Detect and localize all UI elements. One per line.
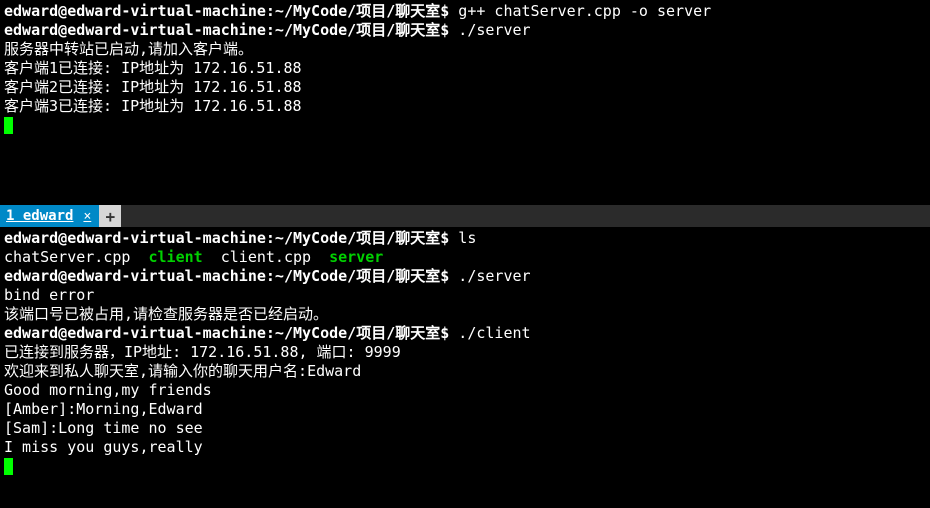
plus-icon: +	[105, 207, 115, 226]
cursor-line	[4, 116, 926, 135]
tab-label: 1 edward	[6, 207, 73, 226]
terminal-line: edward@edward-virtual-machine:~/MyCode/项…	[4, 2, 926, 21]
prompt: edward@edward-virtual-machine:~/MyCode/项…	[4, 2, 449, 20]
terminal-output: 客户端2已连接: IP地址为 172.16.51.88	[4, 78, 926, 97]
cursor-icon	[4, 458, 13, 475]
command-text: ./server	[449, 267, 530, 285]
command-text: ./server	[449, 21, 530, 39]
tab-edward[interactable]: 1 edward ×	[0, 205, 99, 227]
add-tab-button[interactable]: +	[99, 205, 121, 227]
terminal-output: 客户端3已连接: IP地址为 172.16.51.88	[4, 97, 926, 116]
command-text: ./client	[449, 324, 530, 342]
terminal-output: 服务器中转站已启动,请加入客户端。	[4, 40, 926, 59]
file-name: client.cpp	[203, 248, 329, 266]
terminal-line: edward@edward-virtual-machine:~/MyCode/项…	[4, 267, 926, 286]
prompt: edward@edward-virtual-machine:~/MyCode/项…	[4, 267, 449, 285]
cursor-line	[4, 457, 926, 476]
terminal-output: 已连接到服务器，IP地址: 172.16.51.88, 端口: 9999	[4, 343, 926, 362]
cursor-icon	[4, 117, 13, 134]
terminal-output: I miss you guys,really	[4, 438, 926, 457]
terminal-output: 欢迎来到私人聊天室,请输入你的聊天用户名:Edward	[4, 362, 926, 381]
executable-name: server	[329, 248, 383, 266]
tab-bar: 1 edward × +	[0, 205, 930, 227]
prompt: edward@edward-virtual-machine:~/MyCode/项…	[4, 229, 449, 247]
terminal-output: 客户端1已连接: IP地址为 172.16.51.88	[4, 59, 926, 78]
prompt: edward@edward-virtual-machine:~/MyCode/项…	[4, 21, 449, 39]
terminal-output: chatServer.cpp client client.cpp server	[4, 248, 926, 267]
terminal-output: [Amber]:Morning,Edward	[4, 400, 926, 419]
terminal-bottom-pane[interactable]: edward@edward-virtual-machine:~/MyCode/项…	[0, 227, 930, 478]
command-text: g++ chatServer.cpp -o server	[449, 2, 711, 20]
command-text: ls	[449, 229, 476, 247]
terminal-output: bind error	[4, 286, 926, 305]
terminal-output: 该端口号已被占用,请检查服务器是否已经启动。	[4, 305, 926, 324]
close-icon[interactable]: ×	[83, 207, 91, 226]
terminal-line: edward@edward-virtual-machine:~/MyCode/项…	[4, 324, 926, 343]
terminal-line: edward@edward-virtual-machine:~/MyCode/项…	[4, 21, 926, 40]
prompt: edward@edward-virtual-machine:~/MyCode/项…	[4, 324, 449, 342]
executable-name: client	[149, 248, 203, 266]
file-name: chatServer.cpp	[4, 248, 149, 266]
terminal-top-pane[interactable]: edward@edward-virtual-machine:~/MyCode/项…	[0, 0, 930, 205]
terminal-output: Good morning,my friends	[4, 381, 926, 400]
terminal-output: [Sam]:Long time no see	[4, 419, 926, 438]
terminal-line: edward@edward-virtual-machine:~/MyCode/项…	[4, 229, 926, 248]
